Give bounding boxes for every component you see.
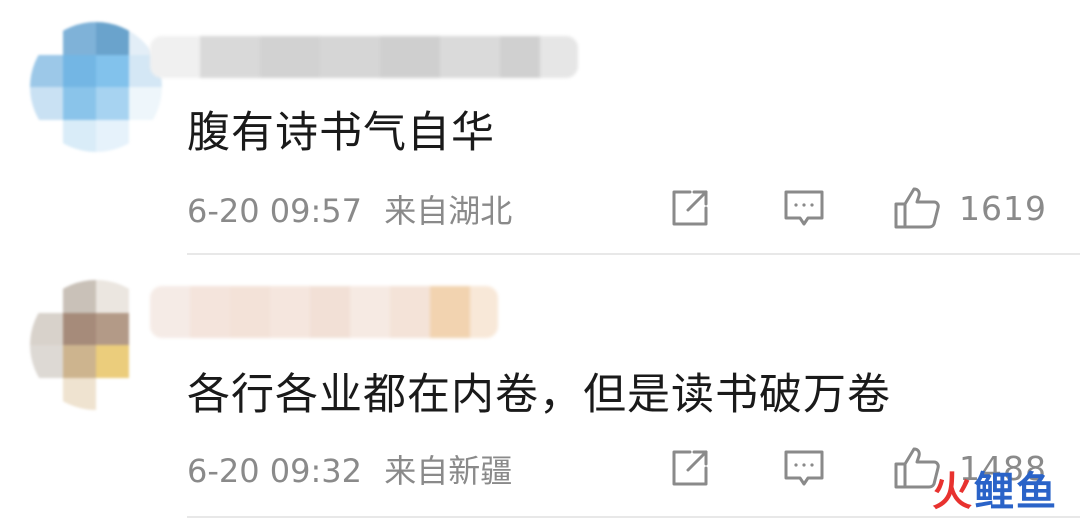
comment-text: 各行各业都在内卷，但是读书破万卷	[187, 370, 891, 420]
username-blurred[interactable]	[150, 286, 498, 338]
timestamp: 6-20 09:32	[187, 452, 363, 490]
comment-meta: 6-20 09:32 来自新疆	[187, 446, 512, 492]
location: 来自新疆	[384, 452, 513, 490]
share-button[interactable]	[668, 186, 712, 230]
comment-meta: 6-20 09:57 来自湖北	[187, 186, 512, 232]
location: 来自湖北	[384, 192, 513, 230]
like-count: 1619	[959, 188, 1047, 228]
avatar[interactable]	[30, 22, 162, 152]
watermark-part1: 火	[932, 469, 974, 515]
comment-item: 各行各业都在内卷，但是读书破万卷 6-20 09:32 来自新疆 1488	[0, 258, 1080, 523]
thumbs-up-icon	[894, 187, 940, 229]
like-button[interactable]: 1619	[893, 186, 1047, 230]
share-button[interactable]	[668, 446, 712, 490]
avatar[interactable]	[30, 280, 162, 410]
timestamp: 6-20 09:57	[187, 192, 363, 230]
watermark-logo: 火鲤鱼	[932, 459, 1058, 517]
comment-text: 腹有诗书气自华	[187, 108, 495, 158]
share-icon	[672, 190, 708, 226]
comment-icon	[784, 450, 824, 486]
username-blurred[interactable]	[150, 36, 578, 78]
divider	[187, 253, 1080, 255]
reply-button[interactable]	[782, 186, 826, 230]
watermark-part2: 鲤鱼	[974, 469, 1058, 515]
share-icon	[672, 450, 708, 486]
comment-item: 腹有诗书气自华 6-20 09:57 来自湖北 1619	[0, 0, 1080, 255]
comment-icon	[784, 190, 824, 226]
reply-button[interactable]	[782, 446, 826, 490]
comment-list: 腹有诗书气自华 6-20 09:57 来自湖北 1619 各行各业都在内卷，但是…	[0, 0, 1080, 523]
